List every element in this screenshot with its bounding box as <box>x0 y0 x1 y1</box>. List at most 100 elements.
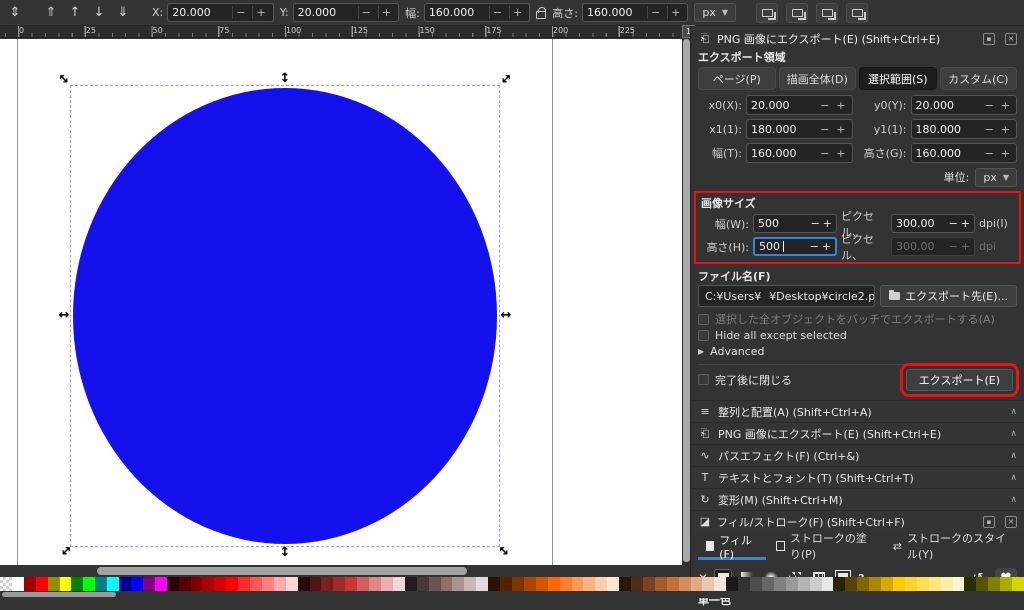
palette-swatch[interactable] <box>905 577 917 591</box>
palette-swatch[interactable] <box>12 577 24 591</box>
scale-handle-top-left[interactable]: ↕ <box>55 70 75 90</box>
palette-swatch[interactable] <box>500 577 512 591</box>
palette-swatch[interactable] <box>250 577 262 591</box>
palette-swatch[interactable] <box>464 577 476 591</box>
palette-swatch[interactable] <box>643 577 655 591</box>
tab-selection[interactable]: 選択範囲(S) <box>859 67 937 90</box>
y-input[interactable]: 20.000 − + <box>293 3 399 22</box>
palette-swatch[interactable] <box>357 577 369 591</box>
tab-fill[interactable]: フィル(F) <box>698 535 766 560</box>
image-width-decrement[interactable]: − <box>811 217 820 230</box>
image-height-decrement[interactable]: − <box>810 240 819 253</box>
x1-decrement[interactable]: − <box>818 123 831 136</box>
image-width-increment[interactable]: + <box>823 217 832 230</box>
palette-swatch[interactable] <box>833 577 845 591</box>
height-input[interactable]: 160.000 − + <box>582 3 688 22</box>
area-width-decrement[interactable]: − <box>818 147 831 160</box>
hide-except-selected-checkbox[interactable] <box>698 330 709 341</box>
palette-swatch[interactable] <box>1012 577 1024 591</box>
advanced-label[interactable]: Advanced <box>710 345 764 358</box>
lower-to-bottom-icon[interactable]: ⇓ <box>114 5 132 20</box>
palette-swatch[interactable] <box>822 577 834 591</box>
palette-swatch[interactable] <box>560 577 572 591</box>
vertical-scrollbar-thumb[interactable] <box>683 39 690 562</box>
palette-swatch[interactable] <box>774 577 786 591</box>
palette-swatch[interactable] <box>167 577 179 591</box>
palette-swatch[interactable] <box>988 577 1000 591</box>
palette-swatch[interactable] <box>488 577 500 591</box>
x1-increment[interactable]: + <box>834 123 847 136</box>
horizontal-scrollbar[interactable] <box>0 565 690 577</box>
palette-swatch[interactable] <box>179 577 191 591</box>
palette-swatch[interactable] <box>143 577 155 591</box>
palette-swatch[interactable] <box>321 577 333 591</box>
y0-input[interactable]: 20.000 − + <box>911 95 1018 115</box>
move-gradients-toggle[interactable] <box>816 3 838 23</box>
height-increment[interactable]: + <box>667 6 683 19</box>
palette-swatch[interactable] <box>310 577 322 591</box>
select-all-icon[interactable]: ⇕ <box>6 5 24 20</box>
palette-swatch[interactable] <box>619 577 631 591</box>
width-input[interactable]: 160.000 − + <box>424 3 530 22</box>
image-height-input[interactable]: 500 − + <box>753 237 837 256</box>
palette-swatch[interactable] <box>869 577 881 591</box>
fill-stroke-dialog-header[interactable]: ◪ フィル/ストローク(F) (Shift+Ctrl+F) ▪ ✕ <box>691 510 1024 532</box>
palette-swatch[interactable] <box>381 577 393 591</box>
palette-swatch[interactable] <box>595 577 607 591</box>
palette-swatch[interactable] <box>60 577 72 591</box>
unit-dropdown[interactable]: px ▼ <box>694 3 736 22</box>
raise-to-top-icon[interactable]: ⇑ <box>42 5 60 20</box>
palette-swatch[interactable] <box>36 577 48 591</box>
palette-swatch[interactable] <box>524 577 536 591</box>
width-decrement[interactable]: − <box>489 6 505 19</box>
palette-swatch[interactable] <box>202 577 214 591</box>
export-unit-dropdown[interactable]: px ▼ <box>975 168 1017 187</box>
blue-circle-object[interactable] <box>73 88 497 544</box>
palette-swatch[interactable] <box>976 577 988 591</box>
palette-swatch[interactable] <box>238 577 250 591</box>
palette-swatch[interactable] <box>262 577 274 591</box>
palette-swatch[interactable] <box>655 577 667 591</box>
area-width-input[interactable]: 160.000 − + <box>746 143 853 163</box>
export-to-button[interactable]: エクスポート先(E)... <box>880 285 1017 307</box>
chevron-up-icon[interactable]: ∧ <box>1010 495 1017 505</box>
y1-increment[interactable]: + <box>999 123 1012 136</box>
horizontal-ruler[interactable]: 0255075100125150175200225 <box>0 26 682 38</box>
palette-swatch[interactable] <box>810 577 822 591</box>
palette-swatch[interactable] <box>274 577 286 591</box>
palette-swatch[interactable] <box>119 577 131 591</box>
palette-swatch[interactable] <box>702 577 714 591</box>
dialog-path-effects[interactable]: ∿ パスエフェクト(F) (Ctrl+&) ∧ <box>691 444 1024 466</box>
palette-swatch[interactable] <box>679 577 691 591</box>
image-height-increment[interactable]: + <box>822 240 831 253</box>
height-decrement[interactable]: − <box>647 6 663 19</box>
palette-swatch[interactable] <box>476 577 488 591</box>
palette-swatch[interactable] <box>83 577 95 591</box>
palette-swatch[interactable] <box>714 577 726 591</box>
close-after-export-checkbox[interactable] <box>698 374 709 385</box>
area-height-input[interactable]: 160.000 − + <box>911 143 1018 163</box>
dialog-png-export[interactable]: ⎗ PNG 画像にエクスポート(E) (Shift+Ctrl+E) ∧ <box>691 422 1024 444</box>
lower-icon[interactable]: ↓ <box>90 5 108 20</box>
chevron-up-icon[interactable]: ∧ <box>1010 429 1017 439</box>
area-height-increment[interactable]: + <box>999 147 1012 160</box>
palette-swatch[interactable] <box>441 577 453 591</box>
palette-swatch[interactable] <box>548 577 560 591</box>
palette-swatch[interactable] <box>667 577 679 591</box>
x-input[interactable]: 20.000 − + <box>167 3 273 22</box>
palette-swatch[interactable] <box>917 577 929 591</box>
y1-decrement[interactable]: − <box>983 123 996 136</box>
palette-swatch[interactable] <box>536 577 548 591</box>
close-dialog-icon[interactable]: ✕ <box>1005 33 1017 45</box>
palette-swatch[interactable] <box>572 577 584 591</box>
palette-swatch[interactable] <box>893 577 905 591</box>
palette-swatch[interactable] <box>726 577 738 591</box>
palette-swatch[interactable] <box>214 577 226 591</box>
canvas[interactable]: ↕ ↕ ↕ ↔ ↔ ↕ ↕ ↕ <box>0 39 682 565</box>
float-dialog-icon[interactable]: ▪ <box>983 33 995 45</box>
palette-swatch[interactable] <box>417 577 429 591</box>
palette-swatch[interactable] <box>226 577 238 591</box>
palette-swatch[interactable] <box>762 577 774 591</box>
scale-handle-bottom-left[interactable]: ↕ <box>55 542 75 562</box>
palette-swatch[interactable] <box>48 577 60 591</box>
